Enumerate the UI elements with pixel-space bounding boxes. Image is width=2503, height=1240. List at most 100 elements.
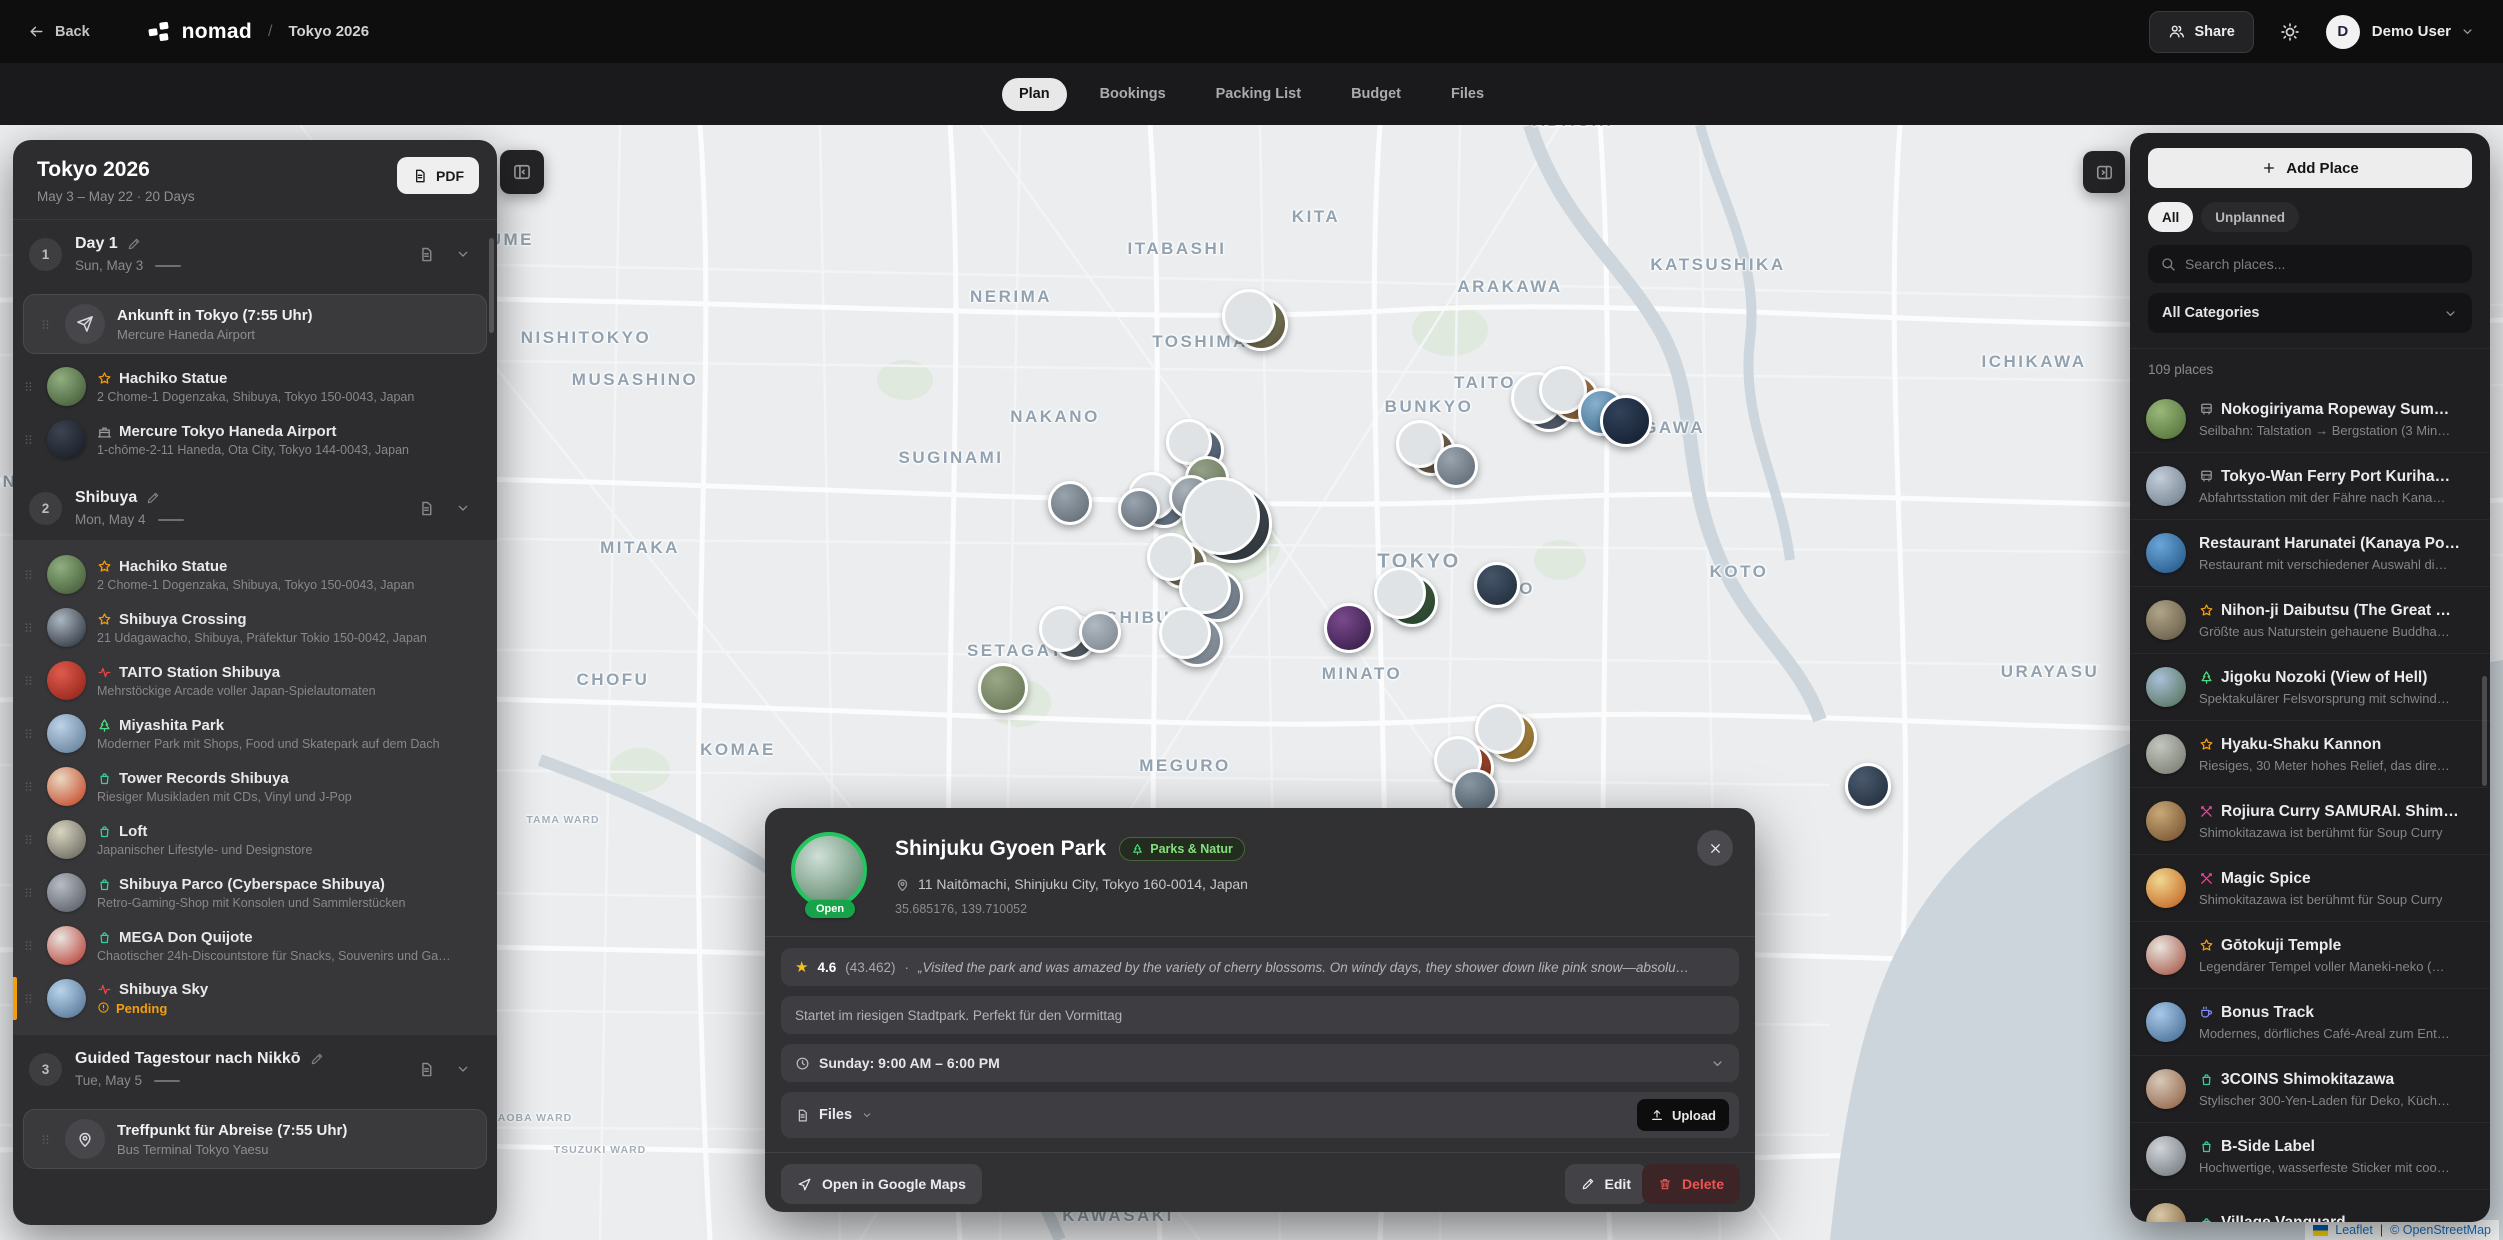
map-place-marker[interactable] <box>1434 444 1478 488</box>
day-notes-icon[interactable] <box>418 1061 435 1078</box>
drag-handle-icon[interactable] <box>21 567 36 582</box>
itinerary-place-row[interactable]: Hachiko Statue2 Chome-1 Dogenzaka, Shibu… <box>13 548 497 601</box>
itinerary-place-row[interactable]: LoftJapanischer Lifestyle- und Designsto… <box>13 813 497 866</box>
drag-handle-icon[interactable] <box>38 1132 53 1147</box>
drag-handle-icon[interactable] <box>21 726 36 741</box>
place-list-item[interactable]: Village Vanguard <box>2130 1190 2490 1222</box>
attribution-leaflet-link[interactable]: Leaflet <box>2335 1223 2373 1237</box>
edit-button[interactable]: Edit <box>1565 1164 1647 1204</box>
map-place-marker[interactable] <box>1324 603 1374 653</box>
export-pdf-button[interactable]: PDF <box>397 157 479 194</box>
pencil-icon[interactable] <box>127 237 141 251</box>
map-place-marker[interactable] <box>1845 763 1891 809</box>
day-header-3[interactable]: 3Guided Tagestour nach NikkōTue, May 5 <box>13 1035 497 1101</box>
map-place-marker[interactable] <box>1194 485 1272 563</box>
place-list-item[interactable]: Tokyo-Wan Ferry Port Kuriha…Abfahrtsstat… <box>2130 453 2490 520</box>
day-notes-icon[interactable] <box>418 500 435 517</box>
tab-plan[interactable]: Plan <box>1002 78 1067 111</box>
category-filter-select[interactable]: All Categories <box>2148 293 2472 333</box>
drag-handle-icon[interactable] <box>21 885 36 900</box>
left-scrollbar-thumb[interactable] <box>489 238 494 333</box>
drag-handle-icon[interactable] <box>21 673 36 688</box>
map-place-marker[interactable] <box>1171 615 1223 667</box>
itinerary-place-row[interactable]: Shibuya Parco (Cyberspace Shibuya)Retro-… <box>13 866 497 919</box>
chevron-down-icon[interactable] <box>2460 24 2475 39</box>
place-list-item[interactable]: Nihon-ji Daibutsu (The Great …Größte aus… <box>2130 587 2490 654</box>
drag-handle-icon[interactable] <box>21 379 36 394</box>
place-list-item[interactable]: Restaurant Harunatei (Kanaya Po…Restaura… <box>2130 520 2490 587</box>
map-place-marker[interactable] <box>978 663 1028 713</box>
itinerary-stop-card[interactable]: Ankunft in Tokyo (7:55 Uhr)Mercure Haned… <box>23 294 487 354</box>
day-notes-icon[interactable] <box>418 246 435 263</box>
place-list-item[interactable]: B-Side LabelHochwertige, wasserfeste Sti… <box>2130 1123 2490 1190</box>
chevron-down-icon[interactable] <box>455 500 471 516</box>
pencil-icon[interactable] <box>146 491 160 505</box>
ukraine-flag-icon <box>2313 1225 2328 1236</box>
map-place-marker[interactable] <box>1234 297 1288 351</box>
files-row[interactable]: Files Upload <box>781 1092 1739 1138</box>
day-header-2[interactable]: 2ShibuyaMon, May 4 <box>13 474 497 540</box>
tab-files[interactable]: Files <box>1434 78 1501 111</box>
pencil-icon[interactable] <box>310 1052 324 1066</box>
chevron-down-icon[interactable] <box>455 246 471 262</box>
close-icon[interactable] <box>1697 830 1733 866</box>
note-field[interactable]: Startet im riesigen Stadtpark. Perfekt f… <box>781 996 1739 1034</box>
map-place-marker[interactable] <box>1487 712 1537 762</box>
search-places-input[interactable]: Search places... <box>2148 245 2472 283</box>
map-place-marker[interactable] <box>1600 395 1652 447</box>
open-google-maps-button[interactable]: Open in Google Maps <box>781 1164 982 1204</box>
itinerary-place-row[interactable]: Tower Records ShibuyaRiesiger Musikladen… <box>13 760 497 813</box>
tab-budget[interactable]: Budget <box>1334 78 1418 111</box>
delete-button[interactable]: Delete <box>1642 1164 1740 1204</box>
itinerary-place-row[interactable]: Hachiko Statue2 Chome-1 Dogenzaka, Shibu… <box>13 360 497 413</box>
place-list-item[interactable]: 3COINS ShimokitazawaStylischer 300-Yen-L… <box>2130 1056 2490 1123</box>
drag-handle-icon[interactable] <box>21 832 36 847</box>
place-list-item[interactable]: Gōtokuji TempleLegendärer Tempel voller … <box>2130 922 2490 989</box>
back-button[interactable]: Back <box>28 23 90 40</box>
attribution-osm-link[interactable]: © OpenStreetMap <box>2390 1223 2491 1237</box>
place-list-item[interactable]: Nokogiriyama Ropeway Sum…Seilbahn: Talst… <box>2130 386 2490 453</box>
upload-button[interactable]: Upload <box>1637 1099 1729 1131</box>
app-logo[interactable]: nomad <box>146 19 252 45</box>
place-list-item[interactable]: Bonus TrackModernes, dörfliches Café-Are… <box>2130 989 2490 1056</box>
itinerary-place-row[interactable]: Shibuya SkyPending <box>13 972 497 1025</box>
map-place-marker[interactable] <box>1079 611 1121 653</box>
drag-handle-icon[interactable] <box>21 432 36 447</box>
itinerary-place-row[interactable]: Mercure Tokyo Haneda Airport1-chōme-2-11… <box>13 413 497 466</box>
avatar[interactable]: D <box>2326 15 2360 49</box>
drag-handle-icon[interactable] <box>38 317 53 332</box>
map-place-marker[interactable] <box>1474 562 1520 608</box>
collapse-right-panel-button[interactable] <box>2083 151 2125 193</box>
places-list[interactable]: Nokogiriyama Ropeway Sum…Seilbahn: Talst… <box>2130 386 2490 1222</box>
map-place-marker[interactable] <box>1048 481 1092 525</box>
itinerary-place-row[interactable]: TAITO Station ShibuyaMehrstöckige Arcade… <box>13 654 497 707</box>
itinerary-stop-card[interactable]: Treffpunkt für Abreise (7:55 Uhr)Bus Ter… <box>23 1109 487 1169</box>
theme-toggle-sun-icon[interactable] <box>2280 22 2300 42</box>
add-place-button[interactable]: Add Place <box>2148 148 2472 188</box>
map-place-marker[interactable] <box>1118 488 1160 530</box>
day-header-1[interactable]: 1Day 1Sun, May 3 <box>13 220 497 286</box>
itinerary-scroll-area[interactable]: 1Day 1Sun, May 3 Ankunft in Tokyo (7:55 U… <box>13 220 497 1225</box>
itinerary-place-row[interactable]: Shibuya Crossing21 Udagawacho, Shibuya, … <box>13 601 497 654</box>
filter-all-pill[interactable]: All <box>2148 202 2193 232</box>
drag-handle-icon[interactable] <box>21 620 36 635</box>
itinerary-place-row[interactable]: Miyashita ParkModerner Park mit Shops, F… <box>13 707 497 760</box>
tab-packing-list[interactable]: Packing List <box>1199 78 1318 111</box>
tab-bookings[interactable]: Bookings <box>1083 78 1183 111</box>
opening-hours-row[interactable]: Sunday: 9:00 AM – 6:00 PM <box>781 1044 1739 1082</box>
place-title: Magic Spice <box>2221 870 2311 888</box>
place-list-item[interactable]: Rojiura Curry SAMURAI. Shim…Shimokitazaw… <box>2130 788 2490 855</box>
collapse-left-panel-button[interactable] <box>500 150 544 194</box>
drag-handle-icon[interactable] <box>21 938 36 953</box>
place-list-item[interactable]: Magic SpiceShimokitazawa ist berühmt für… <box>2130 855 2490 922</box>
right-scrollbar-thumb[interactable] <box>2482 676 2487 786</box>
map-place-marker[interactable] <box>1386 575 1438 627</box>
itinerary-place-row[interactable]: MEGA Don QuijoteChaotischer 24h-Discount… <box>13 919 497 972</box>
place-list-item[interactable]: Jigoku Nozoki (View of Hell)Spektakuläre… <box>2130 654 2490 721</box>
filter-unplanned-pill[interactable]: Unplanned <box>2201 202 2299 232</box>
drag-handle-icon[interactable] <box>21 779 36 794</box>
share-button[interactable]: Share <box>2149 11 2253 53</box>
drag-handle-icon[interactable] <box>21 991 36 1006</box>
place-list-item[interactable]: Hyaku-Shaku KannonRiesiges, 30 Meter hoh… <box>2130 721 2490 788</box>
chevron-down-icon[interactable] <box>455 1061 471 1077</box>
